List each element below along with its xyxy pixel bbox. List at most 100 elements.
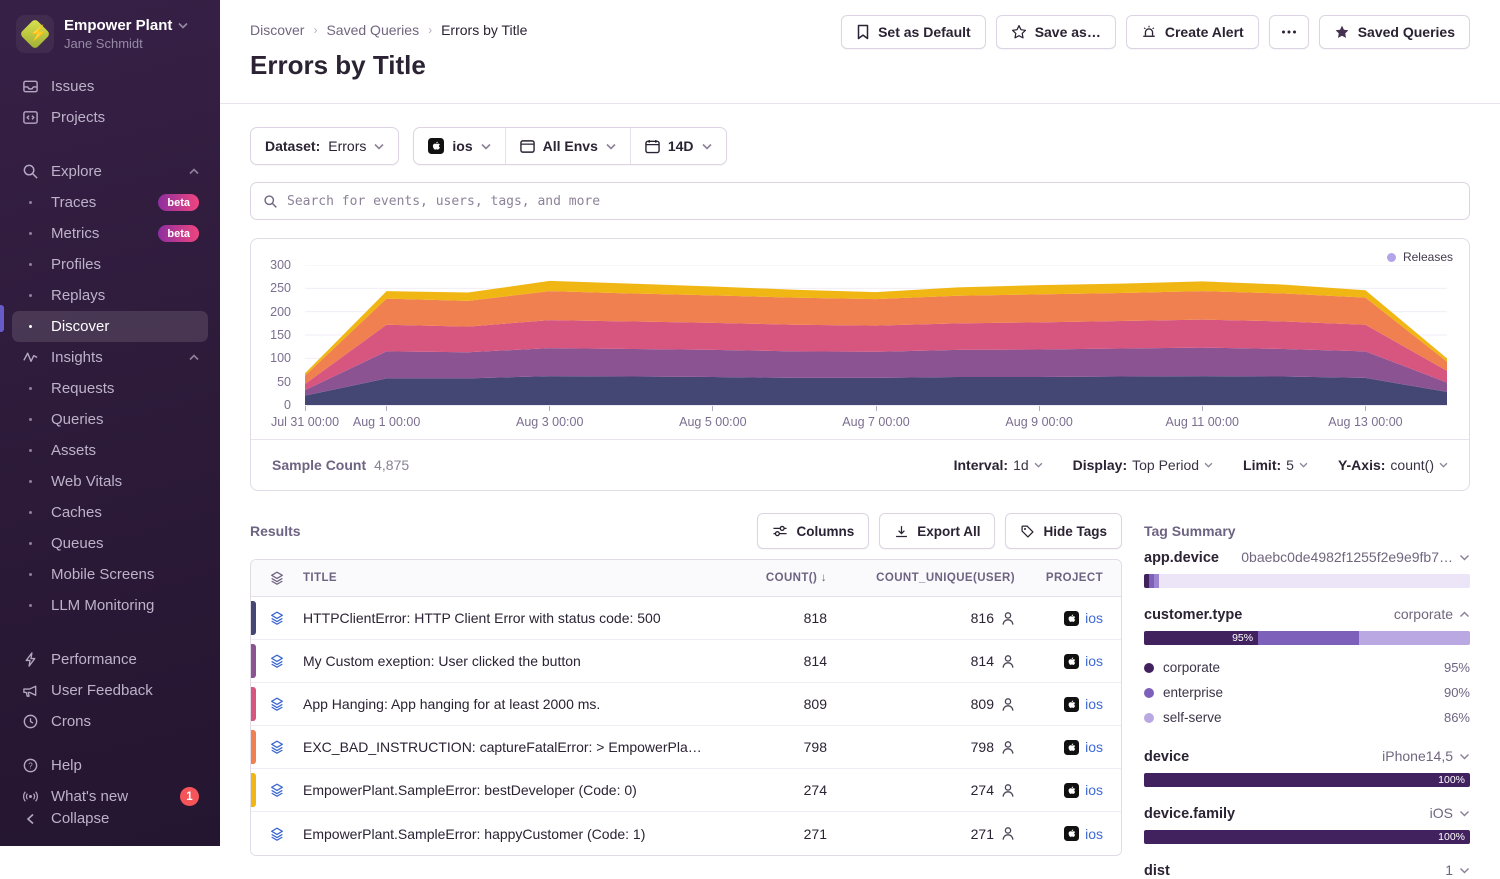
event-title[interactable]: EXC_BAD_INSTRUCTION: captureFatalError: … <box>303 739 719 755</box>
tag-top-value[interactable]: iOS <box>1430 805 1470 821</box>
table-row[interactable]: App Hanging: App hanging for at least 20… <box>251 683 1121 726</box>
sidebar-item-insights[interactable]: Insights <box>12 342 208 373</box>
sidebar-item-caches[interactable]: Caches <box>12 497 208 528</box>
limit-selector[interactable]: Limit: 5 <box>1243 457 1308 473</box>
sidebar-collapse-button[interactable]: Collapse <box>12 803 208 834</box>
sidebar-item-requests[interactable]: Requests <box>12 373 208 404</box>
sidebar-item-queues[interactable]: Queues <box>12 528 208 559</box>
tag-distribution-bar[interactable] <box>1144 574 1470 588</box>
project-cell[interactable]: ios <box>1015 739 1121 755</box>
tag-top-value[interactable]: iPhone14,5 <box>1382 748 1470 764</box>
project-cell[interactable]: ios <box>1015 696 1121 712</box>
sidebar-item-llm-monitoring[interactable]: LLM Monitoring <box>12 590 208 621</box>
table-row[interactable]: HTTPClientError: HTTP Client Error with … <box>251 597 1121 640</box>
issues-icon <box>21 78 40 95</box>
chart-legend[interactable]: Releases <box>1387 250 1453 264</box>
sidebar-item-issues[interactable]: Issues <box>12 71 208 102</box>
column-header-count[interactable]: COUNT() ↓ <box>719 572 827 584</box>
sidebar-item-traces[interactable]: Traces beta <box>12 187 208 218</box>
project-link: ios <box>1085 696 1103 712</box>
hide-tags-button[interactable]: Hide Tags <box>1005 513 1122 549</box>
event-title[interactable]: EmpowerPlant.SampleError: happyCustomer … <box>303 826 719 842</box>
breadcrumb-saved-queries[interactable]: Saved Queries <box>326 22 419 38</box>
chevron-down-icon <box>1204 462 1213 468</box>
stack-icon <box>269 653 285 669</box>
sidebar-item-queries[interactable]: Queries <box>12 404 208 435</box>
tag-name: app.device <box>1144 550 1219 566</box>
sidebar-item-web-vitals[interactable]: Web Vitals <box>12 466 208 497</box>
sidebar-item-profiles[interactable]: Profiles <box>12 249 208 280</box>
saved-queries-button[interactable]: Saved Queries <box>1319 15 1470 49</box>
legend-percent: 90% <box>1444 685 1470 700</box>
sidebar-item-label: Web Vitals <box>51 473 122 490</box>
column-header-project[interactable]: PROJECT <box>1015 572 1121 584</box>
sidebar-item-performance[interactable]: Performance <box>12 644 208 675</box>
display-selector[interactable]: Display: Top Period <box>1073 457 1213 473</box>
chart-footer: Sample Count 4,875 Interval: 1d Display:… <box>251 439 1469 490</box>
interval-selector[interactable]: Interval: 1d <box>954 457 1043 473</box>
sidebar-item-assets[interactable]: Assets <box>12 435 208 466</box>
legend-percent: 86% <box>1444 710 1470 725</box>
sidebar-item-mobile-screens[interactable]: Mobile Screens <box>12 559 208 590</box>
tag-top-value[interactable]: 1 <box>1445 862 1470 878</box>
tag-distribution-bar[interactable]: 100% <box>1144 773 1470 787</box>
tag-legend-item[interactable]: enterprise 90% <box>1144 680 1470 705</box>
table-row[interactable]: EmpowerPlant.SampleError: bestDeveloper … <box>251 769 1121 812</box>
project-cell[interactable]: ios <box>1015 653 1121 669</box>
event-title[interactable]: HTTPClientError: HTTP Client Error with … <box>303 610 719 626</box>
columns-button[interactable]: Columns <box>757 513 869 549</box>
tag-section-customer-type: customer.type corporate 95% corporate 95… <box>1144 606 1470 730</box>
yaxis-selector[interactable]: Y-Axis: count() <box>1338 457 1448 473</box>
event-title[interactable]: My Custom exeption: User clicked the but… <box>303 653 719 669</box>
sidebar-item-discover[interactable]: Discover <box>12 311 208 342</box>
megaphone-icon <box>21 682 40 699</box>
export-all-button[interactable]: Export All <box>879 513 995 549</box>
project-filter[interactable]: ios <box>414 128 504 164</box>
sidebar-item-label: Caches <box>51 504 102 521</box>
tag-legend-item[interactable]: self-serve 86% <box>1144 705 1470 730</box>
project-filter-value: ios <box>452 138 472 154</box>
breadcrumb-discover[interactable]: Discover <box>250 22 304 38</box>
search-input[interactable] <box>287 194 1457 209</box>
table-row[interactable]: EmpowerPlant.SampleError: happyCustomer … <box>251 812 1121 855</box>
project-cell[interactable]: ios <box>1015 826 1121 842</box>
tag-top-value[interactable]: corporate <box>1394 606 1470 622</box>
environment-filter[interactable]: All Envs <box>505 128 630 164</box>
search-bar[interactable] <box>250 182 1470 220</box>
tag-legend-item[interactable]: corporate 95% <box>1144 655 1470 680</box>
tag-section-app-device: app.device 0baebc0de4982f1255f2e9e9fb7… <box>1144 549 1470 588</box>
tag-distribution-bar[interactable]: 95% <box>1144 631 1470 645</box>
stack-icon <box>269 739 285 755</box>
sidebar-item-projects[interactable]: Projects <box>12 102 208 133</box>
chevron-up-icon <box>189 354 199 361</box>
sidebar-item-replays[interactable]: Replays <box>12 280 208 311</box>
event-title[interactable]: App Hanging: App hanging for at least 20… <box>303 696 719 712</box>
bullet-icon <box>21 604 40 608</box>
limit-value: 5 <box>1286 457 1294 473</box>
tag-top-value[interactable]: 0baebc0de4982f1255f2e9e9fb7… <box>1241 549 1470 565</box>
chevron-down-icon <box>1459 554 1470 561</box>
create-alert-button[interactable]: Create Alert <box>1126 15 1259 49</box>
sidebar-item-metrics[interactable]: Metrics beta <box>12 218 208 249</box>
sidebar-item-explore[interactable]: Explore <box>12 156 208 187</box>
dataset-selector[interactable]: Dataset: Errors <box>250 127 399 165</box>
sidebar-item-help[interactable]: ? Help <box>12 750 208 781</box>
set-as-default-button[interactable]: Set as Default <box>841 15 986 49</box>
date-range-filter[interactable]: 14D <box>630 128 726 164</box>
save-as-button[interactable]: Save as… <box>996 15 1116 49</box>
column-header-count-unique[interactable]: COUNT_UNIQUE(USER) <box>827 572 1015 584</box>
apple-icon <box>1064 783 1079 798</box>
table-row[interactable]: My Custom exeption: User clicked the but… <box>251 640 1121 683</box>
table-row[interactable]: EXC_BAD_INSTRUCTION: captureFatalError: … <box>251 726 1121 769</box>
sidebar-item-crons[interactable]: Crons <box>12 706 208 737</box>
sidebar-item-user-feedback[interactable]: User Feedback <box>12 675 208 706</box>
stacked-area-chart[interactable] <box>305 265 1447 405</box>
column-header-title[interactable]: TITLE <box>303 572 719 584</box>
tag-distribution-bar[interactable]: 100% <box>1144 830 1470 844</box>
event-title[interactable]: EmpowerPlant.SampleError: bestDeveloper … <box>303 782 719 798</box>
project-cell[interactable]: ios <box>1015 610 1121 626</box>
project-cell[interactable]: ios <box>1015 782 1121 798</box>
beta-badge: beta <box>158 225 199 242</box>
org-switcher[interactable]: ⚡ Empower Plant Jane Schmidt <box>0 0 220 63</box>
more-options-button[interactable] <box>1269 15 1309 49</box>
